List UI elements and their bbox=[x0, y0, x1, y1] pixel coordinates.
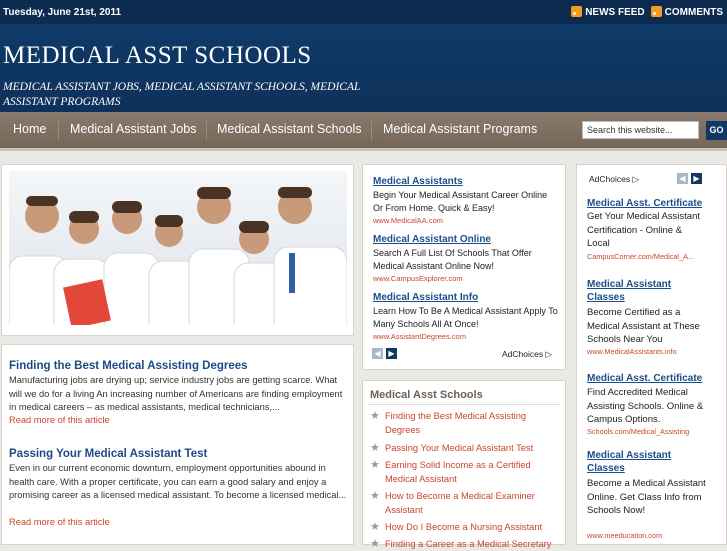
ad-body: Search A Full List Of Schools That Offer… bbox=[373, 248, 532, 271]
ad-title[interactable]: Medical Assistant Classes bbox=[587, 449, 707, 475]
list-item[interactable]: Passing Your Medical Assistant Test bbox=[385, 441, 555, 455]
rss-icon bbox=[650, 6, 662, 17]
ad-url[interactable]: www.AssistantDegrees.com bbox=[373, 332, 466, 341]
list-item[interactable]: Earning Solid Income as a Certified Medi… bbox=[385, 458, 555, 486]
list-item[interactable]: How Do I Become a Nursing Assistant bbox=[385, 520, 555, 534]
nav-home[interactable]: Home bbox=[13, 122, 46, 136]
ad-title[interactable]: Medical Assistants bbox=[373, 176, 463, 187]
nav-divider bbox=[206, 120, 207, 140]
ad-title[interactable]: Medical Assistant Info bbox=[373, 292, 478, 303]
ad-prev-button[interactable]: ◀ bbox=[677, 173, 688, 184]
news-feed-link[interactable]: NEWS FEED bbox=[571, 6, 645, 18]
adchoices-icon: ▷ bbox=[632, 174, 640, 184]
divider bbox=[368, 404, 560, 405]
post-excerpt: Even in our current economic downturn, e… bbox=[9, 463, 347, 501]
ad-url[interactable]: www.MedicalAssistants.info bbox=[587, 347, 705, 356]
adchoices-label[interactable]: AdChoices ▷ bbox=[589, 174, 639, 185]
current-date: Tuesday, June 21st, 2011 bbox=[3, 7, 122, 18]
read-more-link[interactable]: Read more of this article bbox=[9, 415, 110, 425]
search-go-button[interactable]: GO bbox=[706, 121, 727, 140]
star-icon: ★ bbox=[370, 490, 380, 502]
list-item[interactable]: How to Become a Medical Examiner Assista… bbox=[385, 489, 555, 517]
star-icon: ★ bbox=[370, 538, 380, 550]
star-icon: ★ bbox=[370, 442, 380, 454]
ad-title[interactable]: Medical Assistant Classes bbox=[587, 278, 707, 304]
adchoices-label[interactable]: AdChoices ▷ bbox=[502, 349, 552, 360]
post-title[interactable]: Passing Your Medical Assistant Test bbox=[9, 448, 207, 460]
ad-title[interactable]: Medical Asst. Certificate bbox=[587, 197, 707, 210]
feed-links: NEWS FEED COMMENTS bbox=[571, 6, 723, 18]
ad-next-button[interactable]: ▶ bbox=[691, 173, 702, 184]
medical-staff-photo bbox=[9, 171, 347, 325]
post-excerpt: Manufacturing jobs are drying up; servic… bbox=[9, 375, 343, 413]
list-item[interactable]: Finding the Best Medical Assisting Degre… bbox=[385, 409, 555, 437]
post-title[interactable]: Finding the Best Medical Assisting Degre… bbox=[9, 360, 248, 372]
site-tagline: MEDICAL ASSISTANT JOBS, MEDICAL ASSISTAN… bbox=[3, 81, 361, 108]
nav-medical-assistant-programs[interactable]: Medical Assistant Programs bbox=[383, 122, 537, 136]
nav-divider bbox=[371, 120, 372, 140]
ad-title[interactable]: Medical Assistant Online bbox=[373, 234, 491, 245]
ad-url[interactable]: Schools.com/Medical_Assisting bbox=[587, 427, 705, 436]
site-title[interactable]: MEDICAL ASST SCHOOLS bbox=[3, 42, 312, 70]
featured-image-panel bbox=[1, 164, 354, 336]
ad-next-button[interactable]: ▶ bbox=[386, 348, 397, 359]
nav-divider bbox=[58, 120, 59, 140]
rss-icon bbox=[571, 6, 583, 17]
ad-body: Learn How To Be A Medical Assistant Appl… bbox=[373, 306, 558, 329]
ad-body: Begin Your Medical Assistant Career Onli… bbox=[373, 190, 548, 213]
nav-medical-assistant-jobs[interactable]: Medical Assistant Jobs bbox=[70, 122, 196, 136]
search-input[interactable]: Search this website... bbox=[582, 121, 699, 139]
comments-feed-link[interactable]: COMMENTS bbox=[650, 6, 723, 18]
list-item[interactable]: Finding a Career as a Medical Secretary bbox=[385, 537, 555, 551]
ad-prev-button[interactable]: ◀ bbox=[372, 348, 383, 359]
ad-url[interactable]: CampusCorner.com/Medical_A... bbox=[587, 252, 705, 261]
ad-body: Get Your Medical Assistant Certification… bbox=[587, 211, 701, 250]
ad-body: Find Accredited Medical Assisting School… bbox=[587, 387, 704, 426]
site-header: MEDICAL ASST SCHOOLS MEDICAL ASSISTANT J… bbox=[0, 24, 727, 112]
ad-title[interactable]: Medical Asst. Certificate bbox=[587, 372, 707, 385]
adchoices-icon: ▷ bbox=[545, 349, 553, 359]
ad-url[interactable]: www.meeducation.com bbox=[587, 531, 705, 540]
ad-body: Become a Medical Assistant Online. Get C… bbox=[587, 478, 706, 517]
star-icon: ★ bbox=[370, 521, 380, 533]
star-icon: ★ bbox=[370, 459, 380, 471]
top-bar: Tuesday, June 21st, 2011 NEWS FEED COMME… bbox=[0, 0, 727, 24]
ad-url[interactable]: www.CampusExplorer.com bbox=[373, 274, 463, 283]
star-icon: ★ bbox=[370, 410, 380, 422]
ad-body: Become Certified as a Medical Assistant … bbox=[587, 307, 700, 346]
ad-url[interactable]: www.MedicalAA.com bbox=[373, 216, 443, 225]
schools-list-heading: Medical Asst Schools bbox=[370, 389, 483, 401]
nav-medical-assistant-schools[interactable]: Medical Assistant Schools bbox=[217, 122, 362, 136]
read-more-link[interactable]: Read more of this article bbox=[9, 517, 110, 527]
